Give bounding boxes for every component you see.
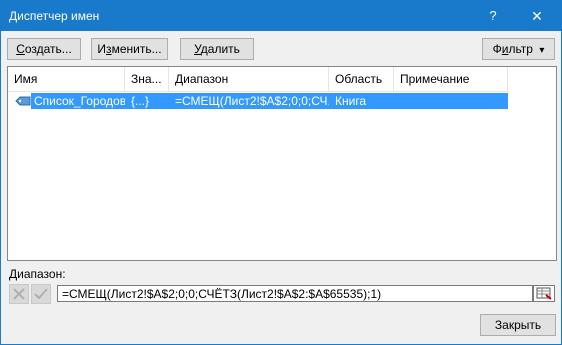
named-range-icon xyxy=(15,96,31,106)
column-header-scope[interactable]: Область xyxy=(329,67,394,91)
list-header: Имя Зна... Диапазон Область Примечание xyxy=(8,67,508,92)
edit-button[interactable]: Изменить... xyxy=(91,38,168,60)
range-select-icon xyxy=(536,287,552,300)
filter-button[interactable]: Фильтр ▾ xyxy=(482,38,555,60)
row-comment xyxy=(394,93,508,109)
cancel-icon xyxy=(13,288,25,300)
check-icon xyxy=(34,288,48,300)
confirm-edit-button[interactable] xyxy=(31,284,51,304)
name-manager-dialog: Диспетчер имен ? ✕ Создать... Изменить..… xyxy=(0,0,562,345)
column-header-comment[interactable]: Примечание xyxy=(394,67,508,91)
window-title: Диспетчер имен xyxy=(9,9,100,23)
create-mnemonic: С xyxy=(16,42,25,56)
row-name: Список_Городов xyxy=(34,94,125,108)
column-header-name[interactable]: Имя xyxy=(8,67,125,91)
delete-mnemonic: У xyxy=(194,42,201,56)
column-header-value[interactable]: Зна... xyxy=(125,67,169,91)
create-button[interactable]: Создать... xyxy=(7,38,81,60)
row-range: =СМЕЩ(Лист2!$A$2;0;0;СЧ... xyxy=(175,94,329,108)
edit-label-pre: И xyxy=(97,42,107,56)
collapse-dialog-button[interactable] xyxy=(533,285,555,302)
cancel-edit-button[interactable] xyxy=(9,284,29,304)
create-label: оздать... xyxy=(24,42,72,56)
filter-label-pre: Ф xyxy=(492,42,502,56)
names-list[interactable]: Имя Зна... Диапазон Область Примечание С… xyxy=(7,66,557,261)
close-button[interactable]: Закрыть xyxy=(480,314,556,336)
range-label: Диапазон: xyxy=(9,267,66,281)
close-window-button[interactable]: ✕ xyxy=(515,1,559,31)
row-value: {...} xyxy=(131,94,150,108)
title-bar: Диспетчер имен ? ✕ xyxy=(1,1,561,31)
range-formula-input[interactable]: =СМЕЩ(Лист2!$A$2;0;0;СЧЁТЗ(Лист2!$A$2:$A… xyxy=(57,285,533,302)
delete-button[interactable]: Удалить xyxy=(180,38,254,60)
help-button[interactable]: ? xyxy=(471,1,515,31)
delete-label: далить xyxy=(200,42,240,56)
filter-label-rest: льтр xyxy=(508,42,533,56)
chevron-down-icon: ▾ xyxy=(539,45,545,56)
row-scope: Книга xyxy=(335,94,367,108)
edit-label-rest: менить... xyxy=(111,42,162,56)
table-row[interactable]: Список_Городов {...} =СМЕЩ(Лист2!$A$2;0;… xyxy=(31,93,508,109)
column-header-range[interactable]: Диапазон xyxy=(169,67,329,91)
